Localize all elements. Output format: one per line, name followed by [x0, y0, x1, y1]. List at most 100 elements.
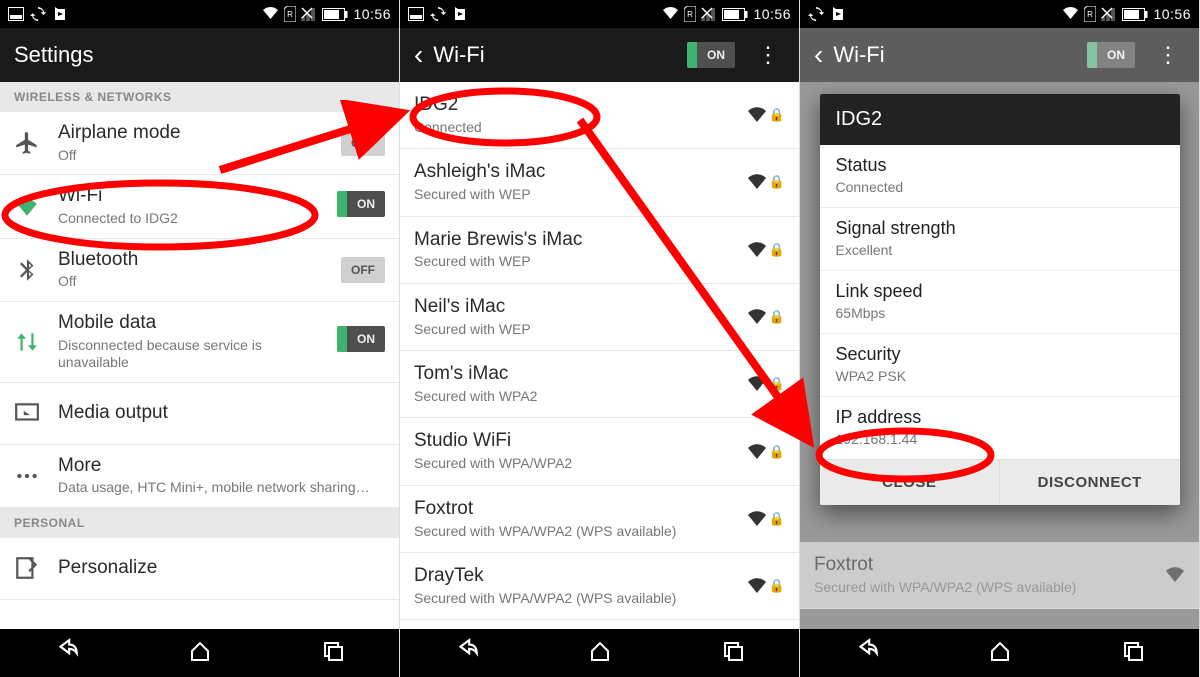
status-sim-icon: R — [284, 6, 296, 22]
svg-text:R: R — [688, 10, 694, 19]
navbar — [400, 629, 799, 677]
back-button[interactable]: ‹ — [414, 41, 423, 69]
detail-status: StatusConnected — [820, 145, 1180, 208]
disconnect-button[interactable]: DISCONNECT — [999, 460, 1180, 505]
network-details-dialog: IDG2 StatusConnected Signal strengthExce… — [820, 94, 1180, 505]
ssid: IDG2 — [414, 94, 737, 117]
row-wifi[interactable]: Wi-Fi Connected to IDG2 ON — [0, 175, 399, 238]
airplane-icon — [14, 130, 58, 156]
lock-icon: 🔒 — [769, 444, 785, 460]
svg-text:R: R — [288, 10, 294, 19]
network-status: Secured with WEP — [414, 186, 737, 204]
status-play-icon — [452, 6, 468, 22]
page-title: Wi-Fi — [833, 42, 884, 68]
nav-home[interactable] — [988, 639, 1012, 668]
nav-back[interactable] — [54, 638, 80, 669]
ssid: Neil's iMac — [414, 296, 737, 319]
statusbar: R 10:56 — [800, 0, 1199, 28]
network-status: Secured with WPA2 — [414, 388, 737, 406]
svg-text:R: R — [1088, 10, 1094, 19]
wifi-signal-icon: 🔒 — [747, 376, 785, 392]
wifi-master-toggle[interactable]: ON — [687, 42, 735, 68]
network-status: Secured with WEP — [414, 253, 737, 271]
network-row[interactable]: Tom's iMac Secured with WPA2 🔒 — [400, 351, 799, 418]
status-signal-icon — [1101, 7, 1117, 21]
nav-recent[interactable] — [1121, 639, 1145, 668]
status-wifi-icon — [662, 7, 679, 21]
detail-ip: IP address192.168.1.44 — [820, 397, 1180, 459]
network-row[interactable]: IDG2 Connected 🔒 — [400, 82, 799, 149]
nav-home[interactable] — [188, 639, 212, 668]
status-sim-icon: R — [684, 6, 696, 22]
network-status: Secured with WPA/WPA2 (WPS available) — [414, 590, 737, 608]
wifi-signal-icon: 🔒 — [747, 578, 785, 594]
wifi-icon — [14, 193, 58, 219]
page-title: Wi-Fi — [433, 42, 484, 68]
airplane-toggle[interactable]: OFF — [341, 130, 385, 156]
row-subtitle: Connected to IDG2 — [58, 210, 327, 228]
row-airplane[interactable]: Airplane mode Off OFF — [0, 112, 399, 175]
row-mobile-data[interactable]: Mobile data Disconnected because service… — [0, 302, 399, 383]
row-more[interactable]: More Data usage, HTC Mini+, mobile netwo… — [0, 445, 399, 508]
wifi-signal-icon: 🔒 — [747, 107, 785, 123]
row-media-output[interactable]: Media output — [0, 383, 399, 445]
ssid: Marie Brewis's iMac — [414, 229, 737, 252]
status-sim-icon: R — [1084, 6, 1096, 22]
row-title: Airplane mode — [58, 122, 331, 145]
row-title: Wi-Fi — [58, 185, 327, 208]
row-title: Bluetooth — [58, 249, 331, 272]
navbar — [800, 629, 1199, 677]
status-signal-icon — [301, 7, 317, 21]
network-row[interactable]: Marie Brewis's iMacSecured with WEP 🔒 — [400, 217, 799, 284]
wifi-signal-icon: 🔒 — [747, 174, 785, 190]
network-row[interactable]: Ashleigh's iMac Secured with WEP 🔒 — [400, 149, 799, 216]
network-status: Connected — [414, 119, 737, 137]
titlebar-settings: Settings — [0, 28, 399, 82]
row-personalize[interactable]: Personalize — [0, 538, 399, 600]
lock-icon: 🔒 — [769, 242, 785, 258]
mobile-data-toggle[interactable]: ON — [337, 326, 385, 352]
row-title: Mobile data — [58, 312, 327, 335]
status-clock: 10:56 — [1153, 6, 1191, 22]
nav-recent[interactable] — [321, 639, 345, 668]
status-play-icon — [830, 6, 846, 22]
wifi-network-list[interactable]: IDG2 Connected 🔒 Ashleigh's iMac Secured … — [400, 82, 799, 629]
nav-back[interactable] — [854, 638, 880, 669]
back-button: ‹ — [814, 41, 823, 69]
ssid: Tom's iMac — [414, 363, 737, 386]
statusbar: R 10:56 — [400, 0, 799, 28]
nav-recent[interactable] — [721, 639, 745, 668]
section-wireless: WIRELESS & NETWORKS — [0, 82, 399, 112]
more-icon — [14, 463, 58, 489]
bluetooth-toggle[interactable]: OFF — [341, 257, 385, 283]
ssid: Ashleigh's iMac — [414, 161, 737, 184]
wifi-signal-icon: 🔒 — [747, 511, 785, 527]
status-battery-icon — [722, 8, 748, 21]
row-subtitle: Disconnected because service is unavaila… — [58, 337, 327, 372]
settings-list[interactable]: WIRELESS & NETWORKS Airplane mode Off OF… — [0, 82, 399, 629]
page-title: Settings — [14, 42, 94, 68]
titlebar-wifi: ‹ Wi-Fi ON ⋮ — [400, 28, 799, 82]
status-battery-icon — [322, 8, 348, 21]
close-button[interactable]: CLOSE — [820, 460, 1000, 505]
network-row[interactable]: DrayTek Secured with WPA/WPA2 (WPS availa… — [400, 553, 799, 620]
status-clock: 10:56 — [353, 6, 391, 22]
status-signal-icon — [701, 7, 717, 21]
status-picture-icon — [408, 7, 424, 21]
nav-home[interactable] — [588, 639, 612, 668]
network-row[interactable]: Studio WiFiSecured with WPA/WPA2 🔒 — [400, 418, 799, 485]
overflow-menu[interactable]: ⋮ — [743, 48, 785, 61]
row-bluetooth[interactable]: Bluetooth Off OFF — [0, 239, 399, 302]
screen-wifi-details: R 10:56 ‹ Wi-Fi ON ⋮ FoxtrotSecured with… — [800, 0, 1200, 677]
nav-back[interactable] — [454, 638, 480, 669]
detail-signal: Signal strengthExcellent — [820, 208, 1180, 271]
ssid: DrayTek — [414, 565, 737, 588]
network-row[interactable]: FoxtrotSecured with WPA/WPA2 (WPS availa… — [400, 486, 799, 553]
navbar — [0, 629, 399, 677]
status-wifi-icon — [262, 7, 279, 21]
network-row[interactable]: Neil's iMacSecured with WEP 🔒 — [400, 284, 799, 351]
ssid: Studio WiFi — [414, 430, 737, 453]
wifi-toggle[interactable]: ON — [337, 191, 385, 217]
network-status: Secured with WEP — [414, 321, 737, 339]
overflow-menu: ⋮ — [1143, 48, 1185, 61]
